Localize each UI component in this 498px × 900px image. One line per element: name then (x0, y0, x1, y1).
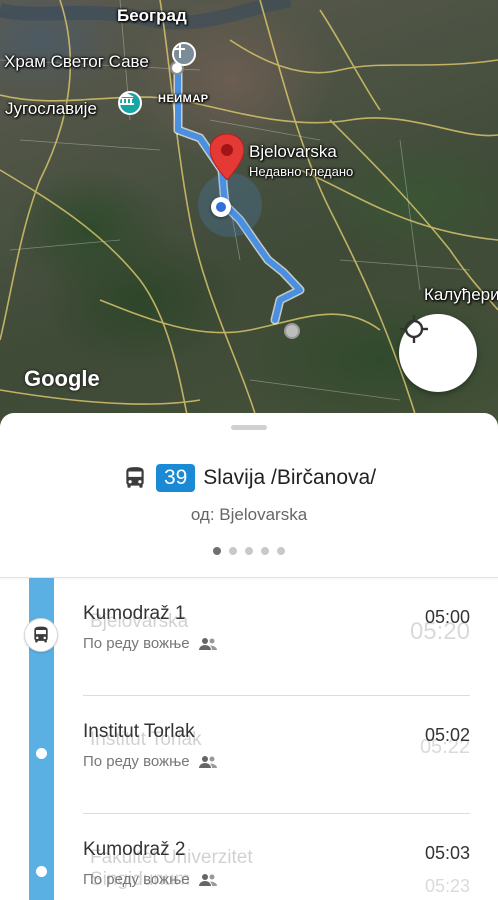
schedule-label: По реду вожње (83, 753, 190, 770)
page-dot[interactable] (229, 547, 237, 555)
stop-time: 05:00 (424, 607, 470, 627)
route-header: 39 Slavija /Birčanova/ (0, 464, 498, 492)
bus-icon (34, 626, 48, 643)
route-origin: од: Bjelovarska (190, 505, 308, 524)
map-view[interactable]: Београд Храм Светог Саве Југославије НЕИ… (0, 0, 498, 430)
crosshair-icon (400, 315, 428, 343)
map-label-kaludj: Калуђери (424, 285, 498, 304)
stop-schedule-status: По реду вожње (83, 871, 218, 888)
page-dot[interactable] (277, 547, 285, 555)
stop-name: Kumodraž 2 (83, 839, 186, 860)
stop-time: 05:02 (424, 725, 470, 745)
map-label-recently-viewed: Недавно гледано (249, 164, 354, 179)
map-label-yugo: Југославије (5, 99, 97, 118)
route-details-sheet: 39 Slavija /Birčanova/ од: Bjelovarska B… (0, 413, 498, 900)
google-logo: Google (24, 366, 100, 391)
stop-name: Kumodraž 1 (83, 603, 186, 624)
page-indicator[interactable] (0, 547, 498, 555)
stop-bus-node (24, 618, 58, 652)
stop-row[interactable]: Bjelovarska 05:20 Kumodraž 1 По реду вож… (0, 578, 498, 696)
stop-node (36, 866, 47, 877)
map-label-church[interactable]: Храм Светог Саве (4, 52, 149, 72)
stop-schedule-status: По реду вожње (83, 753, 218, 770)
page-dot-active[interactable] (213, 547, 221, 555)
bus-icon (126, 467, 144, 488)
stop-name: Institut Torlak (83, 721, 195, 742)
crowd-icon (198, 873, 217, 886)
crowd-icon (198, 755, 217, 768)
schedule-label: По реду вожње (83, 871, 190, 888)
church-icon[interactable] (172, 42, 196, 66)
stop-time: 05:03 (424, 843, 470, 863)
page-dot[interactable] (261, 547, 269, 555)
museum-icon[interactable] (118, 91, 142, 115)
current-location-icon (211, 197, 231, 217)
crowd-icon (198, 637, 217, 650)
map-label-destination[interactable]: Bjelovarska (249, 142, 337, 162)
stop-ghost-time: 05:23 (424, 876, 470, 896)
map-label-neimar: НЕИМАР (158, 93, 209, 105)
stop-row[interactable]: Fakultet Univerzitet Singidunum 05:23 Ku… (0, 814, 498, 900)
sheet-drag-handle[interactable] (231, 425, 267, 430)
my-location-button[interactable] (399, 314, 477, 392)
map-label-city: Београд (117, 6, 187, 25)
page-dot[interactable] (245, 547, 253, 555)
stop-schedule-status: По реду вожње (83, 635, 218, 652)
stop-node (36, 748, 47, 759)
route-name: Slavija /Birčanova/ (203, 466, 377, 489)
stop-row[interactable]: Institut Torlak 05:22 Institut Torlak По… (0, 696, 498, 814)
schedule-label: По реду вожње (83, 635, 190, 652)
route-end-marker (284, 323, 300, 339)
route-number-badge: 39 (155, 464, 196, 492)
